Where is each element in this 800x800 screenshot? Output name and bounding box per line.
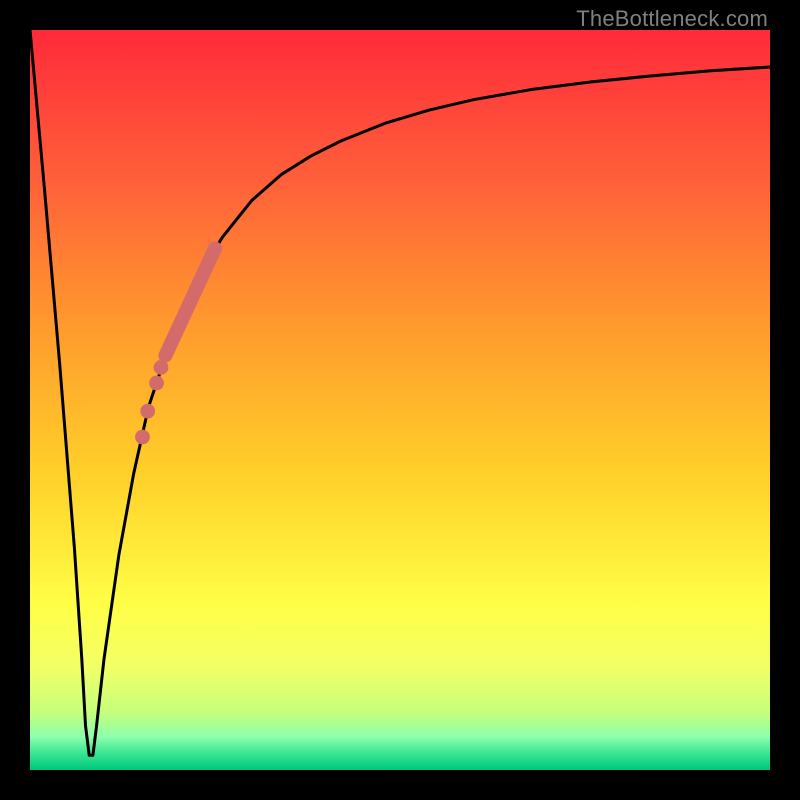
dot-2	[140, 404, 155, 419]
watermark-text: TheBottleneck.com	[576, 6, 768, 32]
plot-area	[30, 30, 770, 770]
dot-4	[154, 360, 169, 375]
dot-1	[135, 430, 150, 445]
curve-layer	[30, 30, 770, 770]
dot-3	[149, 376, 164, 391]
chart-frame: TheBottleneck.com	[0, 0, 800, 800]
cluster-stroke	[165, 248, 215, 355]
bottleneck-curve	[30, 30, 770, 755]
data-points	[135, 248, 215, 444]
